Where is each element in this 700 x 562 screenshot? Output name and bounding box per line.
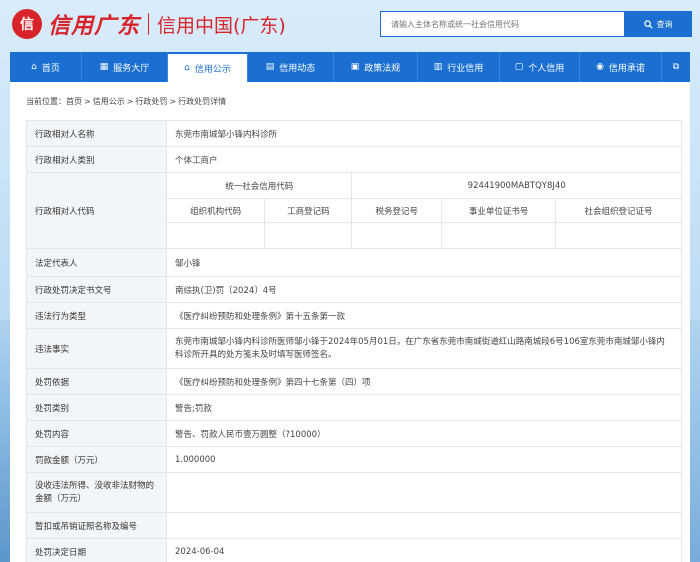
violation-fact-value: 东莞市南城邹小锋内科诊所医师邹小锋于2024年05月01日，在广东省东莞市南城街… bbox=[166, 328, 682, 369]
nav-item-credit-pledge[interactable]: ◉ 信用承诺 bbox=[580, 52, 662, 82]
decision-no-value: 南综执(卫)罚〔2024〕4号 bbox=[166, 276, 682, 303]
content-value: 警告、罚款人民币壹万圆整（?10000） bbox=[166, 420, 682, 447]
main-nav: ⌂ 首页 ▦ 服务大厅 ⌂ 信用公示 ▤ 信用动态 ▣ 政策法规 ▥ 行业信用 … bbox=[10, 52, 690, 82]
content-label: 处罚内容 bbox=[26, 420, 167, 447]
share-icon: ⧉ bbox=[672, 62, 680, 72]
nav-item-industry-credit[interactable]: ▥ 行业信用 bbox=[418, 52, 500, 82]
tax-reg-value bbox=[351, 222, 443, 249]
nav-item-label: 信用动态 bbox=[279, 63, 316, 74]
main-content: 当前位置：首页 > 信用公示 > 行政处罚 > 行政处罚详情 行政相对人名称 东莞市南城邹小… bbox=[10, 82, 690, 562]
breadcrumb-link-penalty[interactable]: 行政处罚 bbox=[135, 97, 167, 106]
table-row: 法定代表人 邹小锋 bbox=[26, 248, 682, 277]
entity-code-label: 行政相对人代码 bbox=[26, 172, 167, 249]
entity-name-label: 行政相对人名称 bbox=[26, 120, 167, 147]
basis-label: 处罚依据 bbox=[26, 368, 167, 395]
entity-type-label: 行政相对人类别 bbox=[26, 146, 167, 173]
table-row: 行政相对人类别 个体工商户 bbox=[26, 146, 682, 173]
legal-rep-value: 邹小锋 bbox=[166, 248, 682, 277]
org-code-label: 组织机构代码 bbox=[165, 198, 266, 223]
breadcrumb-link-home[interactable]: 首页 bbox=[66, 97, 82, 106]
nav-item-label: 个人信用 bbox=[528, 63, 565, 74]
fine-label: 罚款金额（万元） bbox=[26, 446, 167, 473]
entity-type-value: 个体工商户 bbox=[166, 146, 682, 173]
violation-type-label: 违法行为类型 bbox=[26, 302, 167, 329]
table-row: 没收违法所得、没收非法财物的金额（万元） bbox=[26, 472, 682, 513]
violation-type-value: 《医疗纠纷预防和处理条例》第十五条第一款 bbox=[166, 302, 682, 329]
site-title: 信用中国(广东) bbox=[157, 14, 286, 37]
tax-reg-label: 税务登记号 bbox=[351, 198, 443, 223]
social-org-cert-label: 社会组织登记证号 bbox=[555, 198, 682, 223]
nav-item-label: 信用公示 bbox=[194, 64, 231, 75]
entity-name-value: 东莞市南城邹小锋内科诊所 bbox=[166, 120, 682, 147]
table-row: 行政相对人代码 统一社会信用代码 92441900MABTQY8J40 bbox=[26, 172, 682, 249]
bank-icon: ⌂ bbox=[184, 63, 190, 73]
penalty-detail-table: 行政相对人名称 东莞市南城邹小锋内科诊所 行政相对人类别 个体工商户 行政相对人… bbox=[26, 120, 682, 562]
table-row: 处罚内容 警告、罚款人民币壹万圆整（?10000） bbox=[26, 420, 682, 447]
table-row: 暂扣或吊销证照名称及编号 bbox=[26, 512, 682, 539]
violation-fact-label: 违法事实 bbox=[26, 328, 167, 369]
institution-cert-value bbox=[441, 222, 557, 249]
confiscate-label: 没收违法所得、没收非法财物的金额（万元） bbox=[26, 472, 167, 513]
category-label: 处罚类别 bbox=[26, 394, 167, 421]
table-row: 违法事实 东莞市南城邹小锋内科诊所医师邹小锋于2024年05月01日，在广东省东… bbox=[26, 328, 682, 369]
nav-item-label: 行业信用 bbox=[447, 63, 484, 74]
nav-item-label: 服务大厅 bbox=[113, 63, 150, 74]
person-icon: ▢ bbox=[514, 62, 524, 72]
decision-no-label: 行政处罚决定书文号 bbox=[26, 276, 167, 303]
news-icon: ▤ bbox=[265, 62, 275, 72]
fine-value: 1.000000 bbox=[166, 446, 682, 473]
logo-script-text: 信用广东 bbox=[48, 13, 141, 39]
doc-icon: ▣ bbox=[350, 62, 360, 72]
logo-divider bbox=[148, 13, 150, 35]
suspend-value bbox=[166, 512, 682, 539]
nav-item-credit-publicity[interactable]: ⌂ 信用公示 bbox=[168, 52, 248, 82]
search-input[interactable] bbox=[380, 11, 624, 37]
grid-icon: ▦ bbox=[99, 62, 109, 72]
institution-cert-label: 事业单位证书号 bbox=[441, 198, 557, 223]
book-icon: ▥ bbox=[433, 62, 443, 72]
logo-mark-icon: 信 bbox=[12, 9, 42, 39]
breadcrumb-prefix: 当前位置： bbox=[26, 97, 66, 106]
category-value: 警告;罚款 bbox=[166, 394, 682, 421]
nav-item-label: 首页 bbox=[41, 63, 60, 74]
usci-value: 92441900MABTQY8J40 bbox=[351, 172, 682, 199]
breadcrumb-link-credit-publicity[interactable]: 信用公示 bbox=[93, 97, 125, 106]
pledge-icon: ◉ bbox=[596, 62, 604, 72]
table-row: 行政相对人名称 东莞市南城邹小锋内科诊所 bbox=[26, 120, 682, 147]
business-reg-label: 工商登记码 bbox=[264, 198, 353, 223]
site-header: 信 信用广东 信用中国(广东) 查询 bbox=[0, 0, 700, 50]
date-value: 2024-06-04 bbox=[166, 538, 682, 562]
legal-rep-label: 法定代表人 bbox=[26, 248, 167, 277]
home-icon: ⌂ bbox=[31, 62, 37, 72]
breadcrumb-current: 行政处罚详情 bbox=[178, 97, 227, 106]
nav-item-label: 信用承诺 bbox=[608, 63, 645, 74]
nav-item-share[interactable]: ⧉ bbox=[662, 52, 690, 82]
table-row: 行政处罚决定书文号 南综执(卫)罚〔2024〕4号 bbox=[26, 276, 682, 303]
confiscate-value bbox=[166, 472, 682, 513]
nav-item-service-hall[interactable]: ▦ 服务大厅 bbox=[82, 52, 168, 82]
search-button-label: 查询 bbox=[656, 19, 673, 29]
usci-label: 统一社会信用代码 bbox=[165, 172, 353, 199]
table-row: 违法行为类型 《医疗纠纷预防和处理条例》第十五条第一款 bbox=[26, 302, 682, 329]
basis-value: 《医疗纠纷预防和处理条例》第四十七条第（四）项 bbox=[166, 368, 682, 395]
org-code-value bbox=[165, 222, 266, 249]
suspend-label: 暂扣或吊销证照名称及编号 bbox=[26, 512, 167, 539]
search-button[interactable]: 查询 bbox=[624, 11, 692, 37]
breadcrumb: 当前位置：首页 > 信用公示 > 行政处罚 > 行政处罚详情 bbox=[26, 97, 227, 106]
nav-item-credit-news[interactable]: ▤ 信用动态 bbox=[248, 52, 334, 82]
search-icon bbox=[643, 19, 653, 29]
table-row: 罚款金额（万元） 1.000000 bbox=[26, 446, 682, 473]
date-label: 处罚决定日期 bbox=[26, 538, 167, 562]
search-bar: 查询 bbox=[380, 11, 692, 37]
table-row: 处罚类别 警告;罚款 bbox=[26, 394, 682, 421]
social-org-cert-value bbox=[555, 222, 682, 249]
table-row: 处罚决定日期 2024-06-04 bbox=[26, 538, 682, 562]
nav-item-personal-credit[interactable]: ▢ 个人信用 bbox=[500, 52, 580, 82]
nav-item-policy[interactable]: ▣ 政策法规 bbox=[334, 52, 418, 82]
table-row: 处罚依据 《医疗纠纷预防和处理条例》第四十七条第（四）项 bbox=[26, 368, 682, 395]
business-reg-value bbox=[264, 222, 353, 249]
nav-item-label: 政策法规 bbox=[364, 63, 401, 74]
site-logo[interactable]: 信 信用广东 信用中国(广东) bbox=[12, 8, 286, 40]
nav-item-home[interactable]: ⌂ 首页 bbox=[10, 52, 82, 82]
